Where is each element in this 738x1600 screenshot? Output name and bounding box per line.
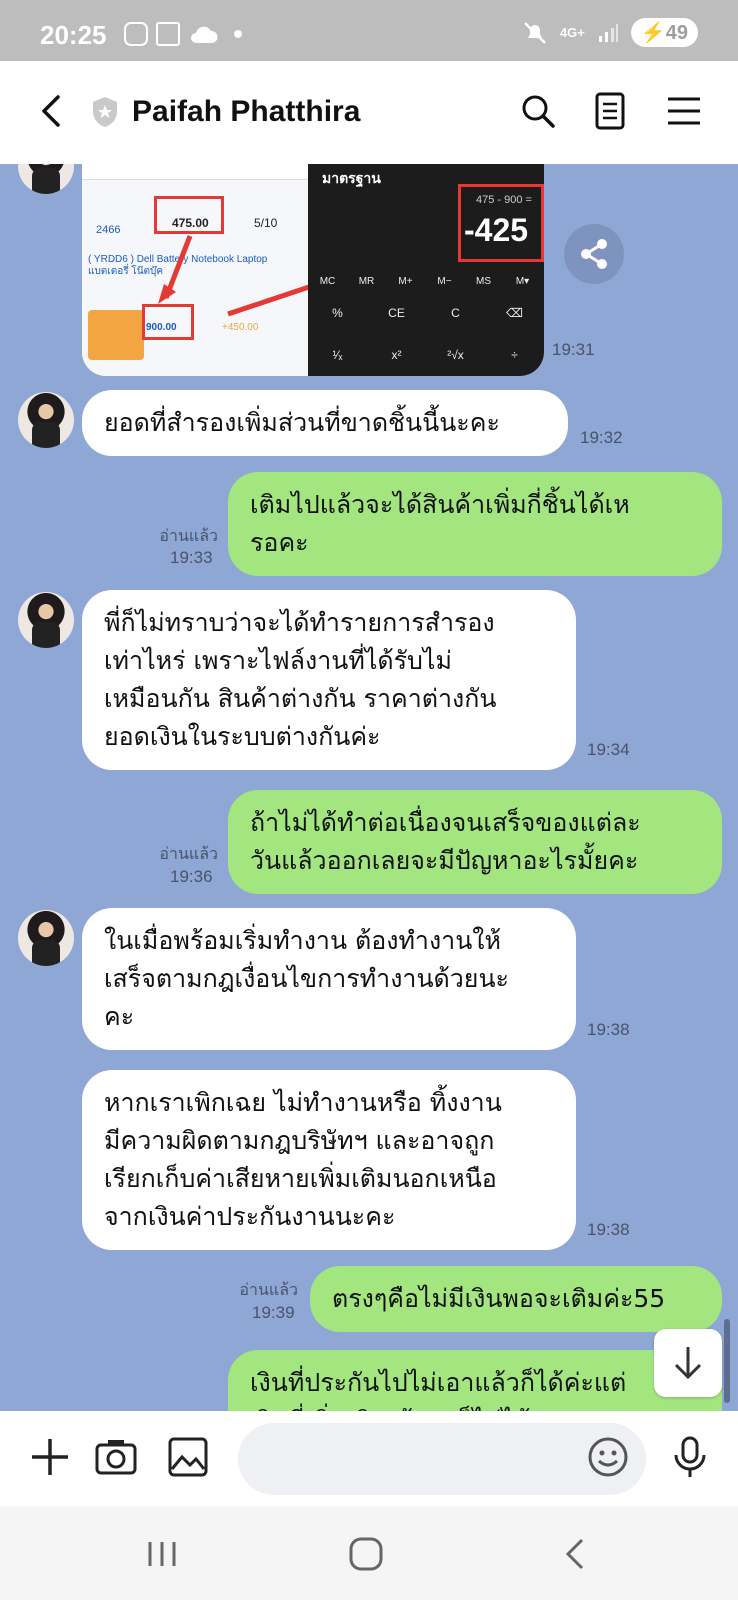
message-line: ในเมื่อพร้อมเริ่มทำงาน ต้องทำงานให้ [104, 926, 501, 955]
message-line: จากเงินค่าประกันงานนะคะ [104, 1202, 396, 1231]
message-input-bar [0, 1411, 738, 1506]
message-text: ยอดที่สำรองเพิ่มส่วนที่ขาดชิ้นนี้นะคะ [104, 408, 500, 437]
calc-mode: มาตรฐาน [322, 171, 381, 187]
message-line: เสร็จตามกฎเงื่อนไขการทำงานด้วยนะ [104, 964, 509, 993]
message-line: เงินที่ประกันไปไม่เอาแล้วก็ได้ค่ะแต่ [250, 1368, 627, 1397]
calc-key: MS [476, 276, 491, 287]
contact-avatar[interactable] [18, 392, 74, 448]
incoming-message[interactable]: พี่ก็ไม่ทราบว่าจะได้ทำรายการสำรอง เท่าไห… [82, 590, 576, 770]
status-right: 4G+ ⚡49 [522, 18, 698, 47]
calc-key: % [332, 306, 343, 320]
message-line: เติมไปแล้วจะได้สินค้าเพิ่มกี่ชิ้นได้เห [250, 490, 630, 519]
outgoing-message[interactable]: เงินที่ประกันไปไม่เอาแล้วก็ได้ค่ะแต่ เงิ… [228, 1350, 722, 1411]
message-line: หากเราเพิกเฉย ไม่ทำงานหรือ ทิ้งงาน [104, 1088, 502, 1117]
message-line: คะ [104, 1002, 135, 1031]
network-type: 4G+ [559, 25, 585, 40]
camera-icon[interactable] [94, 1435, 138, 1479]
message-line: มีความผิดตามกฎบริษัทฯ และอาจถูก [104, 1126, 495, 1155]
instagram-icon [124, 22, 148, 46]
incoming-message[interactable]: หากเราเพิกเฉย ไม่ทำงานหรือ ทิ้งงาน มีควา… [82, 1070, 576, 1250]
chat-area[interactable]: 2466 475.00 5/10 ( YRDD6 ) Dell Battery … [0, 164, 738, 1411]
arrow-down-icon [674, 1347, 702, 1380]
calc-expression: 475 - 900 = [476, 194, 532, 206]
calc-key: C [451, 306, 460, 320]
back-arrow-icon[interactable] [32, 91, 72, 131]
message-time: 19:38 [587, 1020, 630, 1039]
message-time: 19:39 [252, 1303, 295, 1322]
microphone-icon[interactable] [668, 1435, 712, 1479]
message-line: พี่ก็ไม่ทราบว่าจะได้ทำรายการสำรอง [104, 608, 495, 637]
status-notification-icons [124, 22, 242, 46]
cloud-icon [191, 26, 218, 43]
calc-key: M+ [398, 276, 413, 287]
message-line: วันแล้วออกเลยจะมีปัญหาอะไรมั้ยคะ [250, 846, 639, 875]
read-receipt: อ่านแล้ว [159, 844, 218, 863]
emoji-icon[interactable] [586, 1435, 630, 1479]
notes-icon[interactable] [590, 91, 630, 131]
status-time: 20:25 [40, 20, 107, 50]
menu-icon[interactable] [664, 91, 704, 131]
contact-avatar[interactable] [18, 592, 74, 648]
message-line: เรียกเก็บค่าเสียหายเพิ่มเติมนอกเหนือ [104, 1164, 497, 1193]
mute-icon [524, 21, 546, 44]
screenshot-icon [156, 22, 180, 46]
battery-indicator: ⚡49 [630, 18, 698, 47]
calc-key: ¹⁄ₓ [332, 348, 343, 362]
share-icon [581, 239, 607, 269]
message-line: เหมือนกัน สินค้าต่างกัน ราคาต่างกัน [104, 684, 497, 713]
message-time: 19:34 [587, 740, 630, 759]
message-time: 19:38 [587, 1220, 630, 1239]
message-line: ยอดเงินในระบบต่างกันค่ะ [104, 722, 381, 751]
more-notifications-dot [234, 30, 242, 38]
calc-key: ÷ [511, 348, 518, 362]
calc-key: M− [437, 276, 452, 287]
battery-level: 49 [665, 22, 688, 44]
scrollbar[interactable] [724, 1319, 730, 1403]
outgoing-message[interactable]: ถ้าไม่ได้ทำต่อเนื่องจนเสร็จของแต่ละ วันแ… [228, 790, 722, 894]
task-screenshot: 2466 475.00 5/10 ( YRDD6 ) Dell Battery … [82, 164, 446, 376]
message-time: 19:32 [580, 428, 623, 447]
message-line: เท่าไหร่ เพราะไฟล์งานที่ได้รับไม่ [104, 646, 452, 675]
status-bar: 20:25 4G+ ⚡49 [0, 0, 738, 61]
calculator-screenshot: มาตรฐาน 475 - 900 = -425 % CE C ⌫ MC MR M+ M− MS… [308, 164, 544, 376]
incoming-message[interactable]: ในเมื่อพร้อมเริ่มทำงาน ต้องทำงานให้ เสร็… [82, 908, 576, 1050]
contact-avatar[interactable] [18, 910, 74, 966]
message-line: ถ้าไม่ได้ทำต่อเนื่องจนเสร็จของแต่ละ [250, 808, 641, 837]
calc-key: ²√x [447, 348, 464, 362]
calc-key: MC [319, 276, 336, 287]
home-icon[interactable] [346, 1534, 386, 1574]
recent-apps-icon[interactable] [142, 1534, 182, 1574]
calc-key: MR [358, 276, 375, 287]
signal-icon [598, 23, 618, 42]
message-time: 19:31 [552, 340, 595, 359]
contact-avatar[interactable] [18, 164, 74, 194]
shield-icon [93, 97, 117, 127]
system-navigation-bar [0, 1506, 738, 1600]
contact-name[interactable]: Paifah Phatthira [132, 95, 360, 129]
message-text: ตรงๆคือไม่มีเงินพอจะเติมค่ะ55 [332, 1284, 666, 1313]
calc-key: M▾ [515, 276, 530, 287]
back-nav-icon[interactable] [556, 1534, 596, 1574]
calc-key: x² [391, 348, 402, 362]
read-receipt: อ่านแล้ว [239, 1280, 298, 1299]
message-input[interactable] [238, 1423, 646, 1495]
outgoing-message[interactable]: ตรงๆคือไม่มีเงินพอจะเติมค่ะ55 [310, 1266, 722, 1332]
plus-icon[interactable] [28, 1435, 72, 1479]
image-icon[interactable] [166, 1435, 210, 1479]
calc-key: ⌫ [506, 306, 523, 320]
chat-header: Paifah Phatthira [0, 61, 738, 164]
message-line: รอคะ [250, 528, 309, 557]
calc-result: -425 [464, 212, 529, 248]
message-line: เงินที่เพิ่มเติมเข้ามาก็ไม่ได้เลย [250, 1402, 700, 1411]
scroll-to-bottom-button[interactable] [654, 1329, 722, 1397]
message-time: 19:36 [170, 867, 213, 886]
calc-key: CE [388, 306, 405, 320]
message-time: 19:33 [170, 548, 213, 567]
image-message[interactable]: 2466 475.00 5/10 ( YRDD6 ) Dell Battery … [82, 164, 544, 376]
outgoing-message[interactable]: เติมไปแล้วจะได้สินค้าเพิ่มกี่ชิ้นได้เห ร… [228, 472, 722, 576]
read-receipt: อ่านแล้ว [159, 526, 218, 545]
search-icon[interactable] [518, 91, 558, 131]
share-button[interactable] [564, 224, 624, 284]
incoming-message[interactable]: ยอดที่สำรองเพิ่มส่วนที่ขาดชิ้นนี้นะคะ [82, 390, 568, 456]
